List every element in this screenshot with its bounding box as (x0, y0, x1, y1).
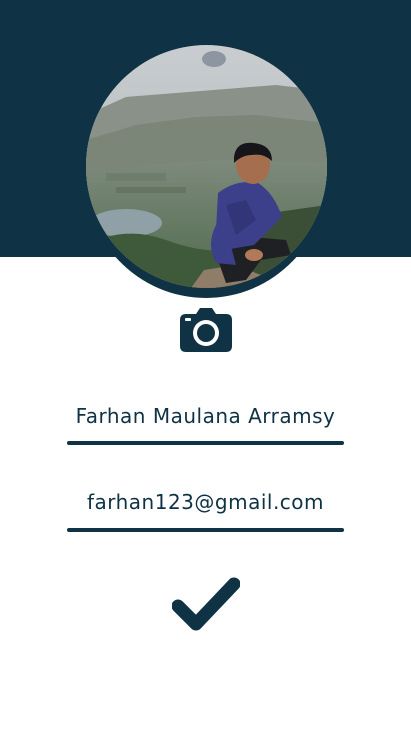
email-value[interactable]: farhan123@gmail.com (67, 485, 344, 519)
profile-edit-screen: Farhan Maulana Arramsy farhan123@gmail.c… (0, 0, 411, 731)
camera-icon (180, 308, 232, 352)
email-underline (67, 528, 344, 532)
avatar[interactable] (86, 45, 327, 288)
email-field[interactable]: farhan123@gmail.com (67, 485, 344, 532)
name-underline (67, 441, 344, 445)
name-value[interactable]: Farhan Maulana Arramsy (67, 399, 344, 433)
change-photo-button[interactable] (180, 308, 232, 352)
check-icon (171, 577, 241, 631)
name-field[interactable]: Farhan Maulana Arramsy (67, 399, 344, 445)
avatar-photo (86, 45, 327, 288)
confirm-button[interactable] (171, 576, 241, 632)
